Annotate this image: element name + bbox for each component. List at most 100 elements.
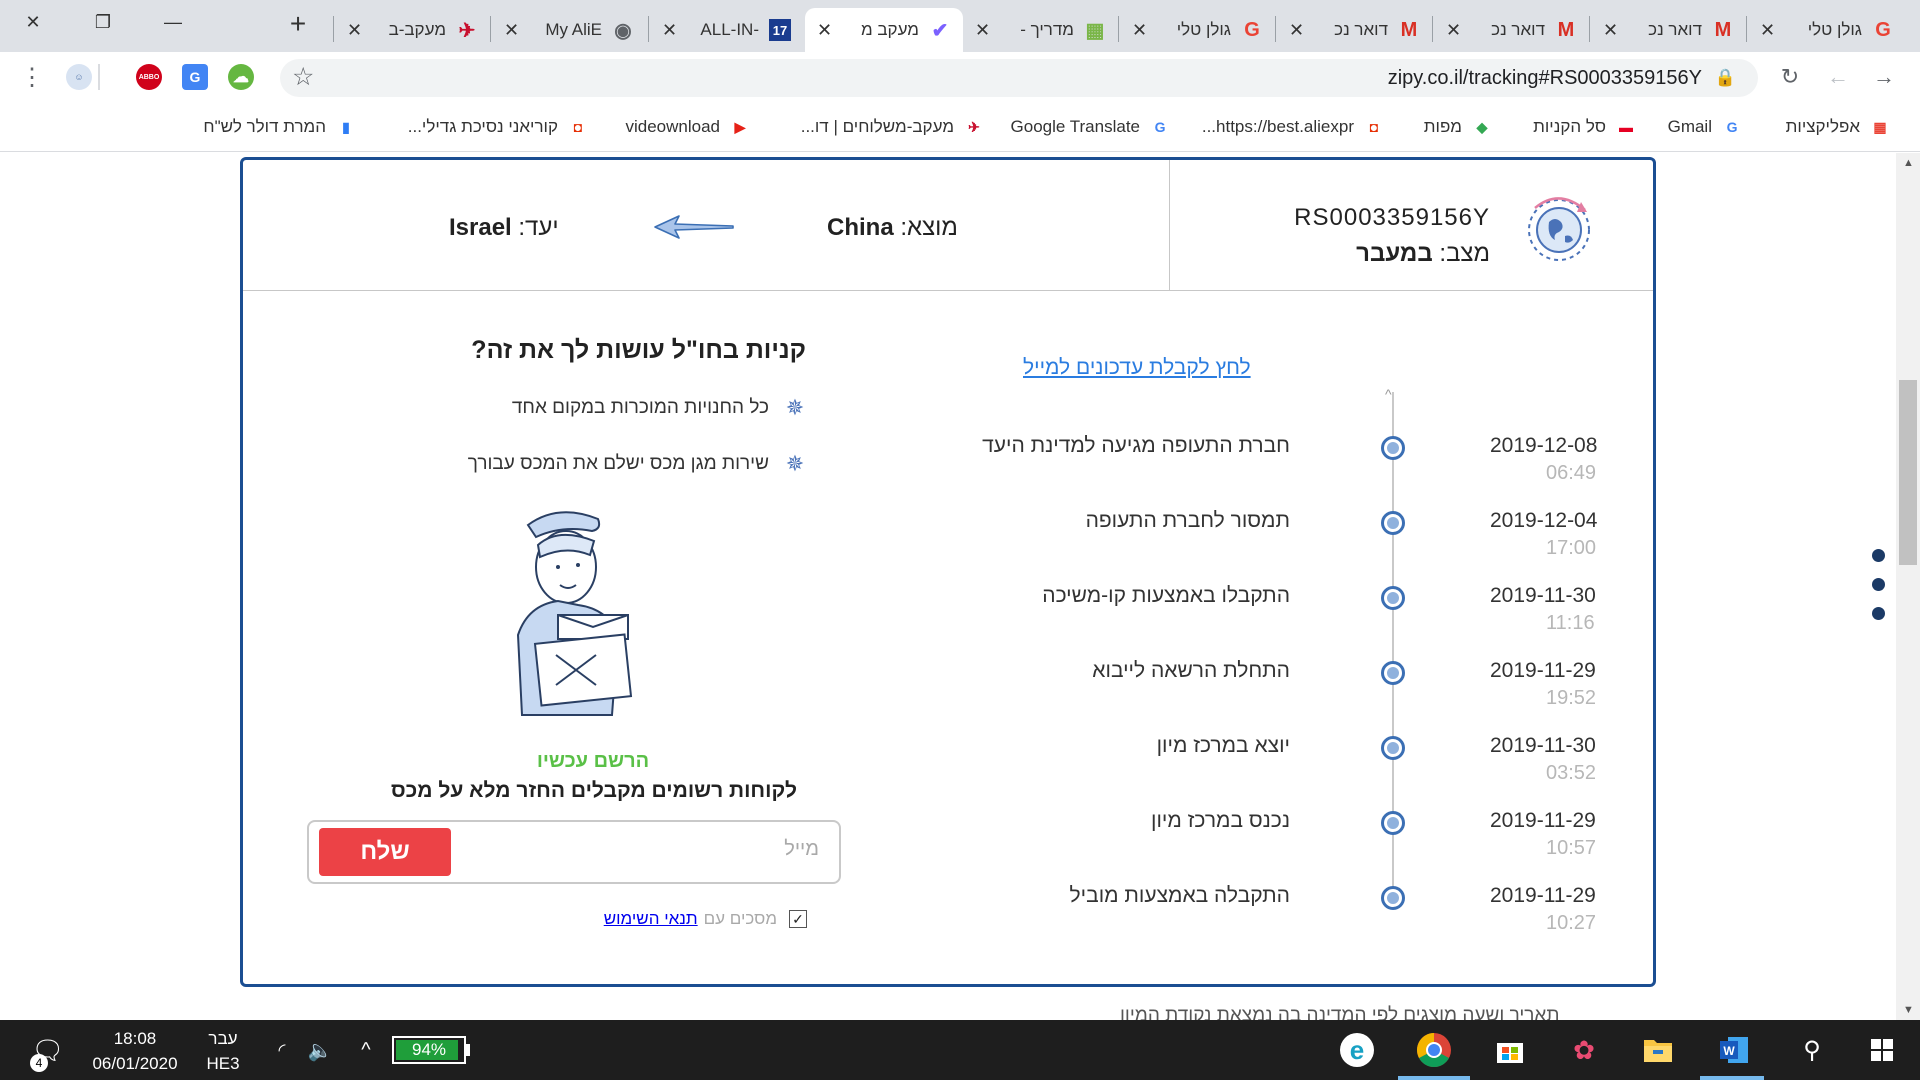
israel-post-icon: ✈ (968, 118, 980, 135)
chrome-icon[interactable] (1414, 1030, 1454, 1070)
timeline-dot-icon (1381, 511, 1405, 535)
event-time: 17:00 (1546, 537, 1597, 559)
tab-close-icon[interactable]: ✕ (1289, 20, 1304, 41)
new-tab-plus-icon[interactable]: + (280, 8, 316, 40)
forward-arrow-icon[interactable]: ← (1822, 61, 1854, 93)
bookmark-label: מפות (1423, 117, 1462, 136)
translate-extension-icon[interactable]: G (182, 64, 208, 90)
bookmark-item[interactable]: ✈ מעקב-משלוחים | דו... (801, 114, 984, 140)
battery-indicator[interactable]: 94% (392, 1036, 466, 1064)
scroll-down-arrow-icon[interactable]: ▼ (1903, 1004, 1914, 1016)
bookmark-item[interactable]: ▦ אפליקציות (1786, 114, 1890, 140)
bookmark-item[interactable]: ◘ קוריאני נסיכת גדילי... (408, 114, 588, 140)
timeline-event: 2019-11-29 10:27 התקבלה באמצעות מוביל (243, 884, 1653, 944)
scroll-thumb[interactable] (1899, 380, 1917, 565)
bookmark-item[interactable]: ▶ videownload (625, 114, 750, 140)
close-window-icon[interactable]: ✕ (0, 0, 66, 44)
tab-close-icon[interactable]: ✕ (504, 20, 519, 41)
tab-close-icon[interactable]: ✕ (662, 20, 677, 41)
menu-kebab-icon[interactable]: ⋮ (16, 61, 48, 93)
tab-close-icon[interactable]: ✕ (1603, 20, 1618, 41)
globe-icon (1528, 197, 1590, 261)
restore-window-icon[interactable]: ❐ (70, 0, 136, 44)
tab-item[interactable]: ✕ דואר נכ M (1434, 8, 1589, 52)
address-url[interactable]: zipy.co.il/tracking#RS0003359156Y (1388, 67, 1702, 90)
tab-separator (1432, 16, 1433, 42)
search-icon[interactable]: ⚲ (1792, 1030, 1832, 1070)
tab-item[interactable]: ✕ ALL-IN- 17 (650, 8, 803, 52)
system-clock[interactable]: 18:08 06/01/2020 (90, 1026, 180, 1076)
event-description: התקבלו באמצעות קו-משיכה (1042, 584, 1290, 607)
minimize-window-icon[interactable]: — (140, 0, 206, 44)
tab-item[interactable]: ✕ דואר נכ M (1591, 8, 1746, 52)
tab-close-icon[interactable]: ✕ (817, 20, 832, 41)
email-input[interactable] (519, 838, 819, 861)
email-signup-box: שלח (307, 820, 841, 884)
profile-avatar[interactable]: ☺ (66, 64, 92, 90)
destination-label: יעד: (518, 214, 559, 241)
tab-label: מעקב מ (860, 20, 919, 39)
register-now-link[interactable]: הרשם עכשיו (513, 750, 673, 773)
bookmark-star-icon[interactable]: ☆ (292, 62, 314, 92)
word-icon[interactable]: W (1714, 1030, 1754, 1070)
email-updates-link[interactable]: לחץ לקבלת עדכונים למייל (1023, 356, 1251, 380)
promo-bullet-text: כל החנויות המוכרות במקום אחד (511, 397, 769, 418)
file-explorer-icon[interactable] (1638, 1030, 1678, 1070)
tab-item-active[interactable]: ✕ מעקב מ ✔ (805, 8, 963, 52)
origin-field: מוצא: China (827, 214, 958, 242)
maps-icon: ◆ (1476, 118, 1488, 135)
extension-cloud-icon[interactable]: ☁ (228, 64, 254, 90)
tab-item[interactable]: ✕ גולן טלי G (1120, 8, 1275, 52)
nav-dot[interactable] (1872, 607, 1885, 620)
bookmark-item[interactable]: ◘ https://best.aliexpr... (1202, 114, 1384, 140)
reload-icon[interactable]: ↻ (1774, 61, 1806, 93)
nav-dot[interactable] (1872, 549, 1885, 562)
paint-app-icon[interactable]: ✿ (1564, 1030, 1604, 1070)
word-logo: W (1720, 1037, 1748, 1063)
lock-icon[interactable]: 🔒 (1715, 68, 1736, 88)
windows-start-icon[interactable] (1862, 1030, 1902, 1070)
toolbar-separator (98, 64, 100, 90)
israel-post-icon: ✈ (458, 19, 476, 42)
volume-icon[interactable]: 🔈 (300, 1030, 340, 1070)
nav-dot[interactable] (1872, 578, 1885, 591)
bookmark-item[interactable]: G Gmail (1668, 114, 1742, 140)
seventeen-track-icon: 17 (769, 19, 791, 41)
back-arrow-icon[interactable]: → (1868, 61, 1900, 93)
chrome-logo (1417, 1033, 1451, 1067)
tab-close-icon[interactable]: ✕ (347, 20, 362, 41)
terms-of-use-link[interactable]: תנאי השימוש (604, 909, 698, 929)
language-indicator[interactable]: עבר HE3 (198, 1026, 248, 1076)
tab-item[interactable]: ✕ גולן טלי G (1748, 8, 1906, 52)
tab-close-icon[interactable]: ✕ (1760, 20, 1775, 41)
wifi-icon[interactable]: ◜ (262, 1030, 302, 1070)
tab-item[interactable]: ✕ מדריך - ▦ (963, 8, 1118, 52)
tab-close-icon[interactable]: ✕ (1446, 20, 1461, 41)
terms-checkbox[interactable]: ✓ (789, 910, 807, 928)
chevron-up-icon[interactable]: ^ (346, 1030, 386, 1070)
battery-percentage: 94% (411, 1040, 447, 1059)
tab-item[interactable]: ✕ מעקב-ב ✈ (335, 8, 490, 52)
address-bar[interactable]: zipy.co.il/tracking#RS0003359156Y 🔒 ☆ (280, 59, 1758, 97)
tab-item[interactable]: ✕ My AliE ◉ (492, 8, 646, 52)
tab-close-icon[interactable]: ✕ (975, 20, 990, 41)
google-icon: G (1875, 18, 1891, 41)
page-content: RS0003359156Y מצב: במעבר מוצא: China יעד… (0, 153, 1896, 1020)
send-button[interactable]: שלח (319, 828, 451, 876)
page-scrollbar[interactable]: ▲ ▼ (1896, 153, 1920, 1020)
tab-separator (1275, 16, 1276, 42)
scroll-up-arrow-icon[interactable]: ▲ (1903, 157, 1914, 169)
origin-label: מוצא: (900, 214, 958, 241)
timeline-event: 2019-11-29 19:52 התחלת הרשאה לייבוא (243, 659, 1653, 719)
extension-red-icon[interactable]: ABBO (136, 64, 162, 90)
bookmark-item[interactable]: G Google Translate (1011, 114, 1170, 140)
bookmark-item[interactable]: ▮ המרת דולר לש"ח (203, 114, 356, 140)
windows-logo (1871, 1039, 1893, 1061)
edge-icon[interactable]: e (1340, 1033, 1374, 1067)
bookmark-item[interactable]: ▬ סל הקניות (1533, 114, 1636, 140)
tab-close-icon[interactable]: ✕ (1132, 20, 1147, 41)
tab-item[interactable]: ✕ דואר נכ M (1277, 8, 1432, 52)
bookmark-item[interactable]: ◆ מפות (1424, 114, 1492, 140)
store-icon[interactable] (1490, 1030, 1530, 1070)
tab-label: גולן טלי (1807, 20, 1862, 39)
